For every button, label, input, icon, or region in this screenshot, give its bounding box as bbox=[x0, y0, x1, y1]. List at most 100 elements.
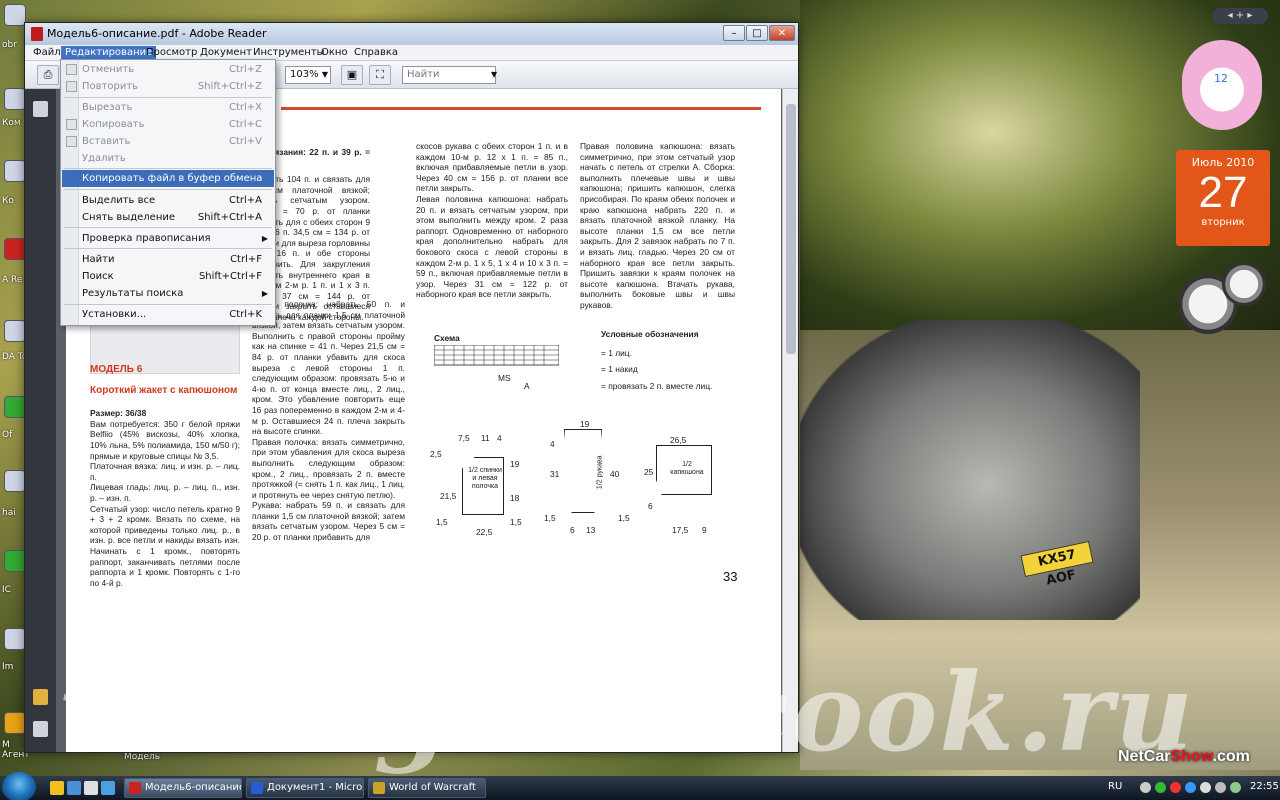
tray-icon[interactable] bbox=[1140, 782, 1151, 793]
legend-item: = 1 лиц. bbox=[601, 347, 632, 358]
dim-label: 26,5 bbox=[670, 435, 687, 445]
desktop-icon-label: obr bbox=[2, 40, 17, 50]
piece-label: 1/2 спинки и левая полочка bbox=[468, 467, 502, 490]
desktop-icon[interactable] bbox=[4, 550, 26, 572]
clock-gadget[interactable] bbox=[1182, 40, 1262, 130]
volume-icon[interactable] bbox=[1215, 782, 1226, 793]
network-icon[interactable] bbox=[1185, 782, 1196, 793]
tray-icon[interactable] bbox=[1230, 782, 1241, 793]
materials-text: Вам потребуется: 350 г белой пряжи Belfi… bbox=[90, 418, 240, 461]
print-icon[interactable]: ⎙ bbox=[37, 65, 59, 85]
desktop-icon-label: hai bbox=[2, 508, 16, 518]
computer-icon[interactable] bbox=[4, 88, 26, 110]
taskbar-item-reader[interactable]: Модель6-описание... bbox=[124, 778, 242, 798]
desktop-icon[interactable] bbox=[4, 4, 26, 26]
scrollbar-thumb[interactable] bbox=[786, 104, 796, 354]
agent-icon[interactable] bbox=[4, 712, 26, 734]
attachment-icon[interactable] bbox=[33, 721, 48, 737]
desktop-icon-label: Ко bbox=[2, 196, 14, 206]
desktop-icon-label: Ком bbox=[2, 118, 21, 128]
menu-view[interactable]: Просмотр bbox=[142, 46, 201, 60]
ram-meter-gadget[interactable] bbox=[1222, 262, 1266, 306]
quicklaunch-icon[interactable] bbox=[67, 781, 81, 795]
pages-icon[interactable] bbox=[33, 101, 48, 117]
menu-item-label: Отменить bbox=[82, 64, 135, 75]
schema-label: Схема bbox=[434, 333, 460, 343]
close-button[interactable]: ✕ bbox=[769, 25, 795, 41]
taskbar-item-label: Модель6-описание... bbox=[145, 782, 241, 793]
model-subtitle: Короткий жакет с капюшоном bbox=[90, 384, 238, 396]
schema-ms-label: MS bbox=[498, 373, 511, 383]
comment-icon[interactable] bbox=[33, 689, 48, 705]
menu-item-label: Выделить все bbox=[82, 195, 156, 206]
menu-item-paste[interactable]: Вставить Ctrl+V bbox=[62, 133, 274, 150]
desktop-icon[interactable] bbox=[4, 628, 26, 650]
fit-width-icon[interactable]: ⛶ bbox=[369, 65, 391, 85]
menu-item-spellcheck[interactable]: Проверка правописания ▶ bbox=[62, 230, 274, 247]
dim-label: 1,5 bbox=[436, 517, 448, 527]
dim-label: 1,5 bbox=[544, 513, 556, 523]
fit-page-icon[interactable]: ▣ bbox=[341, 65, 363, 85]
zoom-select[interactable]: 103% ▼ bbox=[285, 66, 331, 84]
office-icon[interactable] bbox=[4, 396, 26, 418]
adobe-reader-icon[interactable] bbox=[4, 238, 26, 260]
dim-label: 40 bbox=[610, 469, 620, 479]
tray-icon[interactable] bbox=[1170, 782, 1181, 793]
desktop-icon-label: A Re bbox=[2, 275, 23, 285]
dim-label: 13 bbox=[586, 525, 596, 535]
calendar-day: 27 bbox=[1198, 168, 1248, 217]
menu-item-search-results[interactable]: Результаты поиска ▶ bbox=[62, 285, 274, 302]
menu-item-undo[interactable]: Отменить Ctrl+Z bbox=[62, 61, 274, 78]
search-input[interactable]: Найти bbox=[402, 66, 496, 84]
desktop-icon[interactable] bbox=[4, 320, 26, 342]
brand-part: NetCar bbox=[1118, 748, 1171, 765]
menu-item-preferences[interactable]: Установки... Ctrl+K bbox=[62, 306, 274, 323]
menu-item-copy-file-to-clipboard[interactable]: Копировать файл в буфер обмена bbox=[62, 170, 274, 187]
model-title: МОДЕЛЬ 6 bbox=[90, 364, 143, 375]
menu-item-search[interactable]: Поиск Shift+Ctrl+F bbox=[62, 268, 274, 285]
desktop-icon[interactable] bbox=[4, 470, 26, 492]
menu-item-shortcut: Shift+Ctrl+F bbox=[198, 271, 262, 282]
menu-item-shortcut: Shift+Ctrl+Z bbox=[197, 81, 262, 92]
menu-separator bbox=[64, 304, 272, 305]
menu-item-label: Удалить bbox=[82, 153, 126, 164]
menu-item-cut[interactable]: Вырезать Ctrl+X bbox=[62, 99, 274, 116]
quicklaunch-icon[interactable] bbox=[50, 781, 64, 795]
menu-document[interactable]: Документ bbox=[196, 46, 256, 60]
minimize-button[interactable]: – bbox=[723, 25, 745, 41]
desktop-icon[interactable] bbox=[4, 160, 26, 182]
taskbar-item-word[interactable]: Документ1 - Micros... bbox=[246, 778, 364, 798]
quicklaunch-icon[interactable] bbox=[84, 781, 98, 795]
menu-item-delete[interactable]: Удалить bbox=[62, 150, 274, 167]
menu-item-select-all[interactable]: Выделить все Ctrl+A bbox=[62, 192, 274, 209]
taskbar-item-label: Документ1 - Micros... bbox=[267, 782, 363, 793]
paste-icon bbox=[66, 136, 77, 147]
redo-icon bbox=[66, 81, 77, 92]
sidebar-controls[interactable]: ◂ + ▸ bbox=[1212, 8, 1268, 24]
dim-label: 7,5 bbox=[458, 433, 470, 443]
menu-item-redo[interactable]: Повторить Shift+Ctrl+Z bbox=[62, 78, 274, 95]
menu-file[interactable]: Файл bbox=[29, 46, 65, 60]
menu-help[interactable]: Справка bbox=[350, 46, 402, 60]
menu-item-shortcut: Ctrl+A bbox=[228, 195, 262, 206]
calendar-gadget[interactable]: Июль 2010 27 вторник bbox=[1176, 150, 1270, 246]
dim-label: 31 bbox=[550, 469, 560, 479]
menu-window[interactable]: Окно bbox=[317, 46, 352, 60]
taskbar-item-wow[interactable]: World of Warcraft bbox=[368, 778, 486, 798]
icq-icon[interactable] bbox=[1155, 782, 1166, 793]
chevron-right-icon: ▶ bbox=[261, 289, 268, 298]
clock-number: 12 bbox=[1214, 72, 1228, 85]
taskbar-clock[interactable]: 22:55 bbox=[1250, 781, 1279, 792]
menu-item-deselect-all[interactable]: Снять выделение Shift+Ctrl+A bbox=[62, 209, 274, 226]
brand-part: Show bbox=[1170, 748, 1213, 765]
language-indicator[interactable]: RU bbox=[1108, 781, 1122, 792]
title-bar[interactable]: Модель6-описание.pdf - Adobe Reader – □ … bbox=[25, 23, 798, 45]
text-column-3: скосов рукава с обеих сторон 1 п. и в ка… bbox=[416, 141, 568, 300]
menu-item-label: Копировать bbox=[82, 119, 145, 130]
tray-icon[interactable] bbox=[1200, 782, 1211, 793]
menu-item-copy[interactable]: Копировать Ctrl+C bbox=[62, 116, 274, 133]
start-button[interactable] bbox=[2, 772, 36, 800]
quicklaunch-icon[interactable] bbox=[101, 781, 115, 795]
maximize-button[interactable]: □ bbox=[746, 25, 768, 41]
menu-item-find[interactable]: Найти Ctrl+F bbox=[62, 251, 274, 268]
